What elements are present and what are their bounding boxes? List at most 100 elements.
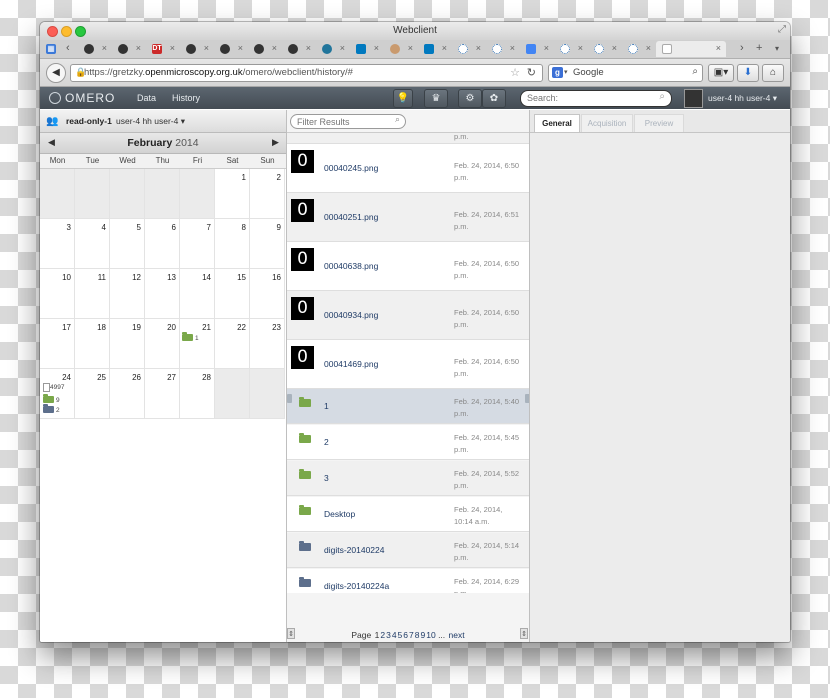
group-user[interactable]: user-4 hh user-4 ▾ <box>116 116 185 127</box>
close-tab-icon[interactable]: × <box>646 43 651 53</box>
omero-search-box[interactable]: ⌕ <box>520 90 672 107</box>
collapse-left-icon[interactable]: ⇕ <box>287 628 295 639</box>
nav-history[interactable]: History <box>172 93 200 103</box>
list-item[interactable]: Desktop Feb. 24, 2014, 10:14 a.m. <box>287 497 529 532</box>
group-selector[interactable]: 👥 read-only-1 user-4 hh user-4 ▾ <box>40 110 286 133</box>
item-name[interactable]: 2 <box>324 437 329 447</box>
calendar-day-14[interactable]: 14 <box>180 269 215 319</box>
search-icon[interactable]: ⌕ <box>692 66 698 77</box>
dataset-folder-icon[interactable] <box>182 332 193 341</box>
close-tab-icon[interactable]: × <box>306 43 311 53</box>
next-month-icon[interactable]: ▶ <box>272 137 279 148</box>
image-thumbnail[interactable]: 0 <box>291 248 314 271</box>
calendar-day-22[interactable]: 22 <box>215 319 250 369</box>
search-icon[interactable]: ⌕ <box>659 91 665 102</box>
page-link-9[interactable]: 9 <box>420 630 425 640</box>
calendar-day-24[interactable]: 24 4997 9 2 <box>40 369 75 419</box>
browser-tab[interactable]: ▦ <box>42 41 62 57</box>
calendar-day-19[interactable]: 19 <box>110 319 145 369</box>
tab-preview[interactable]: Preview <box>634 114 684 132</box>
activities-button[interactable]: ♛ <box>424 89 448 108</box>
calendar-day-1[interactable]: 1 <box>215 169 250 219</box>
page-link-8[interactable]: 8 <box>415 630 420 640</box>
calendar-day-11[interactable]: 11 <box>75 269 110 319</box>
item-name[interactable]: 00040934.png <box>324 310 378 320</box>
close-tab-icon[interactable]: × <box>102 43 107 53</box>
browser-tab[interactable]: × <box>588 41 622 57</box>
tab-scroll-right-icon[interactable]: › <box>740 42 744 54</box>
list-item[interactable]: digits-20140224 Feb. 24, 2014, 5:14 p.m. <box>287 533 529 568</box>
nav-data[interactable]: Data <box>137 93 156 103</box>
calendar-day-27[interactable]: 27 <box>145 369 180 419</box>
page-link-10[interactable]: 10 <box>426 630 435 640</box>
browser-tab[interactable]: × <box>622 41 656 57</box>
calendar-day-5[interactable]: 5 <box>110 219 145 269</box>
calendar-day-25[interactable]: 25 <box>75 369 110 419</box>
browser-tab[interactable]: × <box>384 41 418 57</box>
address-bar[interactable]: 🔒 https://gretzky.openmicroscopy.org.uk/… <box>70 64 543 82</box>
browser-tab[interactable]: × <box>554 41 588 57</box>
close-tab-icon[interactable]: × <box>510 43 515 53</box>
collapse-right-icon[interactable]: ⇕ <box>520 628 528 639</box>
user-avatar[interactable] <box>684 89 703 108</box>
browser-tab[interactable]: × <box>520 41 554 57</box>
back-button[interactable]: ◀ <box>46 63 66 83</box>
calendar-day-28[interactable]: 28 <box>180 369 215 419</box>
item-name[interactable]: 00041469.png <box>324 359 378 369</box>
browser-tab[interactable]: × <box>418 41 452 57</box>
browser-tab[interactable]: DT × <box>146 41 180 57</box>
close-tab-icon[interactable]: × <box>136 43 141 53</box>
calendar-day-20[interactable]: 20 <box>145 319 180 369</box>
list-item[interactable]: p.m. <box>287 133 529 144</box>
bookmarks-menu-button[interactable]: ▣▾ <box>708 64 734 82</box>
project-folder-icon[interactable] <box>43 404 54 413</box>
item-name[interactable]: 1 <box>324 401 329 411</box>
bookmark-star-icon[interactable]: ☆ <box>510 66 520 79</box>
browser-tab[interactable]: × <box>112 41 146 57</box>
close-tab-icon[interactable]: × <box>476 43 481 53</box>
list-item[interactable]: 0 00040638.png Feb. 24, 2014, 6:50 p.m. <box>287 242 529 291</box>
fullscreen-icon[interactable]: ⤢ <box>778 24 786 35</box>
close-tab-icon[interactable]: × <box>442 43 447 53</box>
tab-general[interactable]: General <box>534 114 580 132</box>
page-link-6[interactable]: 6 <box>403 630 408 640</box>
tags-button[interactable]: ✿ <box>482 89 506 108</box>
calendar-day-4[interactable]: 4 <box>75 219 110 269</box>
dataset-folder-icon[interactable] <box>43 394 54 403</box>
close-tab-icon[interactable]: × <box>612 43 617 53</box>
page-link-5[interactable]: 5 <box>398 630 403 640</box>
next-page-link[interactable]: next <box>449 630 465 640</box>
close-tab-icon[interactable]: × <box>374 43 379 53</box>
calendar-day-10[interactable]: 10 <box>40 269 75 319</box>
tab-acquisition[interactable]: Acquisition <box>581 114 633 132</box>
list-item[interactable]: 0 00040934.png Feb. 24, 2014, 6:50 p.m. <box>287 291 529 340</box>
close-tab-icon[interactable]: × <box>340 43 345 53</box>
browser-tab[interactable]: × <box>214 41 248 57</box>
list-item[interactable]: 0 00041469.png Feb. 24, 2014, 6:50 p.m. <box>287 340 529 389</box>
downloads-button[interactable]: ⬇ <box>737 64 759 82</box>
item-name[interactable]: digits-20140224a <box>324 581 389 591</box>
calendar-day-12[interactable]: 12 <box>110 269 145 319</box>
item-name[interactable]: digits-20140224 <box>324 545 385 555</box>
item-name[interactable]: Desktop <box>324 509 355 519</box>
image-thumbnail[interactable]: 0 <box>291 346 314 369</box>
calendar-day-6[interactable]: 6 <box>145 219 180 269</box>
browser-tab[interactable]: × <box>452 41 486 57</box>
calendar-day-8[interactable]: 8 <box>215 219 250 269</box>
chevron-down-icon[interactable]: ▾ <box>564 68 568 76</box>
item-name[interactable]: 00040245.png <box>324 163 378 173</box>
omero-logo[interactable]: OMERO <box>65 91 115 105</box>
omero-search-input[interactable] <box>527 92 645 104</box>
search-icon[interactable]: ⌕ <box>395 114 400 125</box>
calendar-day-21[interactable]: 21 1 <box>180 319 215 369</box>
list-item[interactable]: digits-20140224a Feb. 24, 2014, 6:29 p.m. <box>287 569 529 593</box>
close-tab-icon[interactable]: × <box>204 43 209 53</box>
list-item[interactable]: 1 Feb. 24, 2014, 5:40 p.m. <box>287 389 529 424</box>
item-name[interactable]: 3 <box>324 473 329 483</box>
page-link-3[interactable]: 3 <box>386 630 391 640</box>
filter-results-input[interactable] <box>297 116 387 127</box>
calendar-day-2[interactable]: 2 <box>250 169 285 219</box>
close-tab-icon[interactable]: × <box>408 43 413 53</box>
reload-icon[interactable]: ↻ <box>527 66 536 79</box>
calendar-day-17[interactable]: 17 <box>40 319 75 369</box>
